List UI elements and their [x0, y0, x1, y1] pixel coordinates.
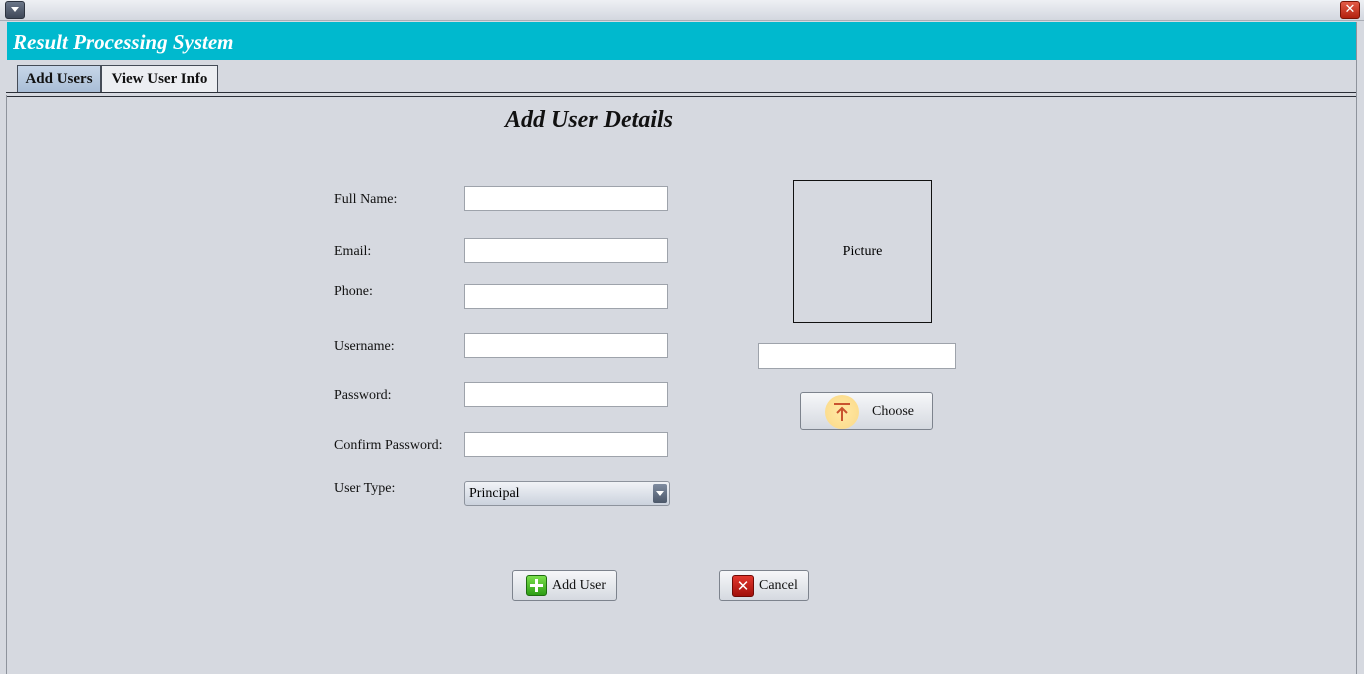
- choose-picture-button[interactable]: Choose: [800, 392, 933, 430]
- full-name-label: Full Name:: [334, 192, 398, 207]
- picture-preview: Picture: [793, 180, 932, 323]
- app-window: ✕ Result Processing System Add Users Vie…: [0, 0, 1364, 674]
- cancel-button[interactable]: ✕ Cancel: [719, 570, 809, 601]
- chevron-down-icon[interactable]: [653, 484, 667, 503]
- picture-placeholder-label: Picture: [842, 244, 883, 259]
- tab-divider: [6, 92, 1356, 97]
- window-titlebar: ✕: [0, 0, 1364, 21]
- phone-field[interactable]: [464, 284, 668, 309]
- cancel-x-icon: ✕: [732, 575, 754, 597]
- app-header: Result Processing System: [7, 22, 1356, 60]
- page-title: Add User Details: [505, 107, 673, 133]
- email-label: Email:: [334, 244, 372, 259]
- username-label: Username:: [334, 339, 395, 354]
- email-field[interactable]: [464, 238, 668, 263]
- picture-path-field[interactable]: [758, 343, 956, 369]
- user-type-selected-value: Principal: [469, 486, 520, 501]
- choose-button-label: Choose: [872, 404, 914, 419]
- user-type-select[interactable]: Principal: [464, 481, 670, 506]
- add-plus-icon: [526, 575, 547, 596]
- user-type-label: User Type:: [334, 481, 396, 496]
- app-title: Result Processing System: [13, 30, 234, 54]
- add-user-button-label: Add User: [552, 578, 607, 593]
- close-icon[interactable]: ✕: [1340, 1, 1360, 19]
- confirm-password-field[interactable]: [464, 432, 668, 457]
- password-field[interactable]: [464, 382, 668, 407]
- window-right-border: [1356, 22, 1357, 674]
- cancel-button-label: Cancel: [759, 578, 798, 593]
- password-label: Password:: [334, 388, 392, 403]
- username-field[interactable]: [464, 333, 668, 358]
- upload-arrow-icon: [825, 395, 859, 429]
- panel-left-border: [6, 95, 7, 674]
- tab-view-user-info[interactable]: View User Info: [101, 65, 218, 92]
- confirm-password-label: Confirm Password:: [334, 438, 443, 453]
- tab-add-users[interactable]: Add Users: [17, 65, 101, 92]
- phone-label: Phone:: [334, 284, 373, 299]
- add-user-button[interactable]: Add User: [512, 570, 617, 601]
- full-name-field[interactable]: [464, 186, 668, 211]
- window-menu-icon[interactable]: [5, 1, 25, 19]
